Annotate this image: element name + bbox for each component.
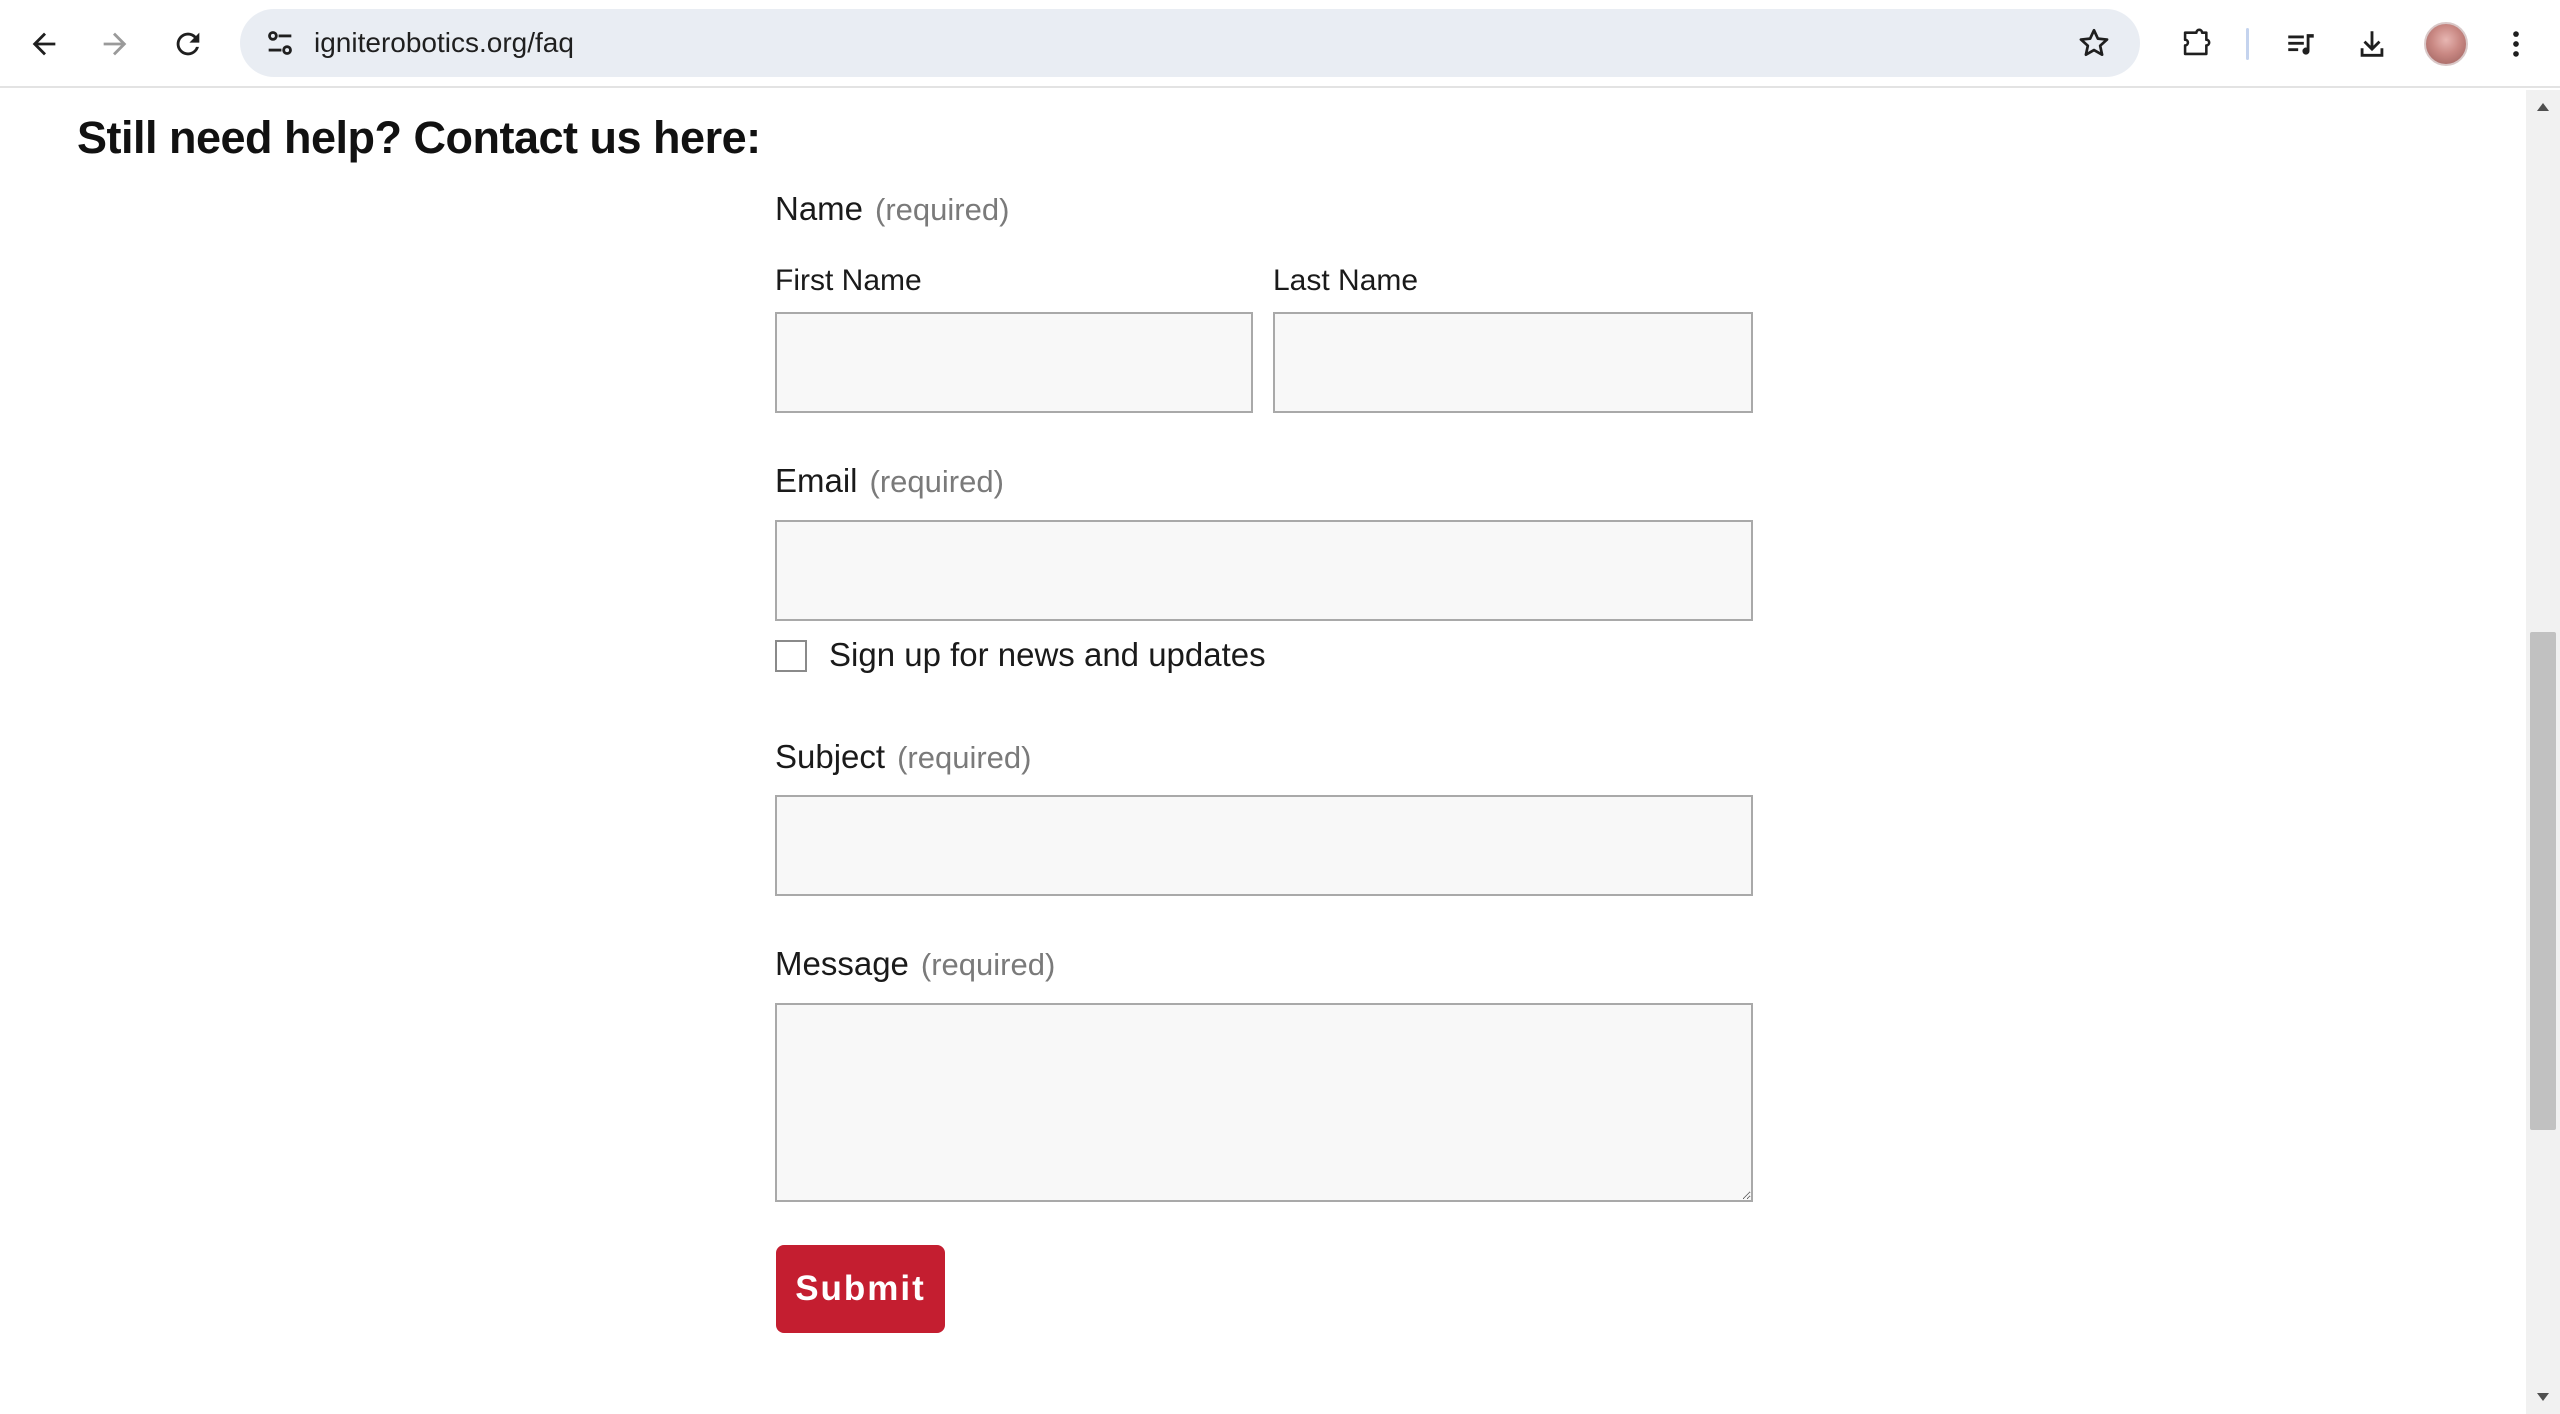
triangle-up-icon	[2537, 103, 2549, 111]
downloads-button[interactable]	[2348, 20, 2396, 68]
scroll-down-arrow[interactable]	[2526, 1380, 2560, 1414]
subject-label: Subject (required)	[775, 738, 1031, 776]
name-label: Name (required)	[775, 190, 1009, 228]
required-hint: (required)	[920, 947, 1056, 982]
required-hint: (required)	[869, 464, 1004, 499]
required-hint: (required)	[897, 740, 1032, 775]
address-bar[interactable]: igniterobotics.org/faq	[240, 9, 2140, 77]
media-controls-button[interactable]	[2277, 20, 2325, 68]
browser-menu-button[interactable]	[2492, 20, 2540, 68]
browser-toolbar: igniterobotics.org/faq	[0, 0, 2560, 88]
forward-button[interactable]	[91, 20, 139, 68]
reload-icon	[176, 32, 200, 56]
arrow-right-icon	[103, 32, 127, 56]
scroll-up-arrow[interactable]	[2526, 90, 2560, 124]
first-name-input[interactable]	[775, 312, 1253, 413]
email-label-text: Email	[775, 462, 858, 499]
media-queue-icon	[2288, 34, 2314, 55]
scroll-thumb[interactable]	[2530, 632, 2556, 1130]
first-name-label: First Name	[775, 264, 922, 297]
extensions-button[interactable]	[2171, 20, 2219, 68]
puzzle-icon	[2183, 28, 2211, 56]
page-content: Still need help? Contact us here: Name (r…	[0, 90, 2526, 1414]
bookmark-button[interactable]	[2074, 23, 2114, 63]
download-icon	[2360, 31, 2384, 57]
tune-icon	[268, 31, 292, 55]
newsletter-checkbox[interactable]	[775, 640, 807, 672]
star-icon	[2079, 28, 2109, 57]
back-button[interactable]	[20, 20, 68, 68]
avatar[interactable]	[2424, 22, 2468, 66]
subject-input[interactable]	[775, 795, 1753, 896]
name-label-text: Name	[775, 190, 864, 227]
required-hint: (required)	[875, 192, 1010, 227]
message-label-text: Message	[775, 945, 909, 982]
message-textarea[interactable]	[775, 1003, 1753, 1202]
newsletter-label[interactable]: Sign up for news and updates	[829, 636, 1266, 674]
email-label: Email (required)	[775, 462, 1004, 500]
url-text[interactable]: igniterobotics.org/faq	[314, 27, 574, 59]
page-title: Still need help? Contact us here:	[77, 112, 761, 163]
subject-label-text: Subject	[775, 738, 886, 775]
last-name-label: Last Name	[1273, 264, 1419, 297]
submit-button[interactable]: Submit	[776, 1245, 945, 1333]
last-name-input[interactable]	[1273, 312, 1753, 413]
toolbar-divider	[2246, 28, 2249, 60]
reload-button[interactable]	[164, 20, 212, 68]
page-scrollbar[interactable]	[2526, 90, 2560, 1414]
site-info-button[interactable]	[260, 23, 300, 63]
message-label: Message (required)	[775, 945, 1055, 983]
kebab-menu-icon	[2513, 31, 2519, 57]
email-field[interactable]	[775, 520, 1753, 621]
arrow-left-icon	[32, 32, 56, 56]
triangle-down-icon	[2537, 1393, 2549, 1401]
